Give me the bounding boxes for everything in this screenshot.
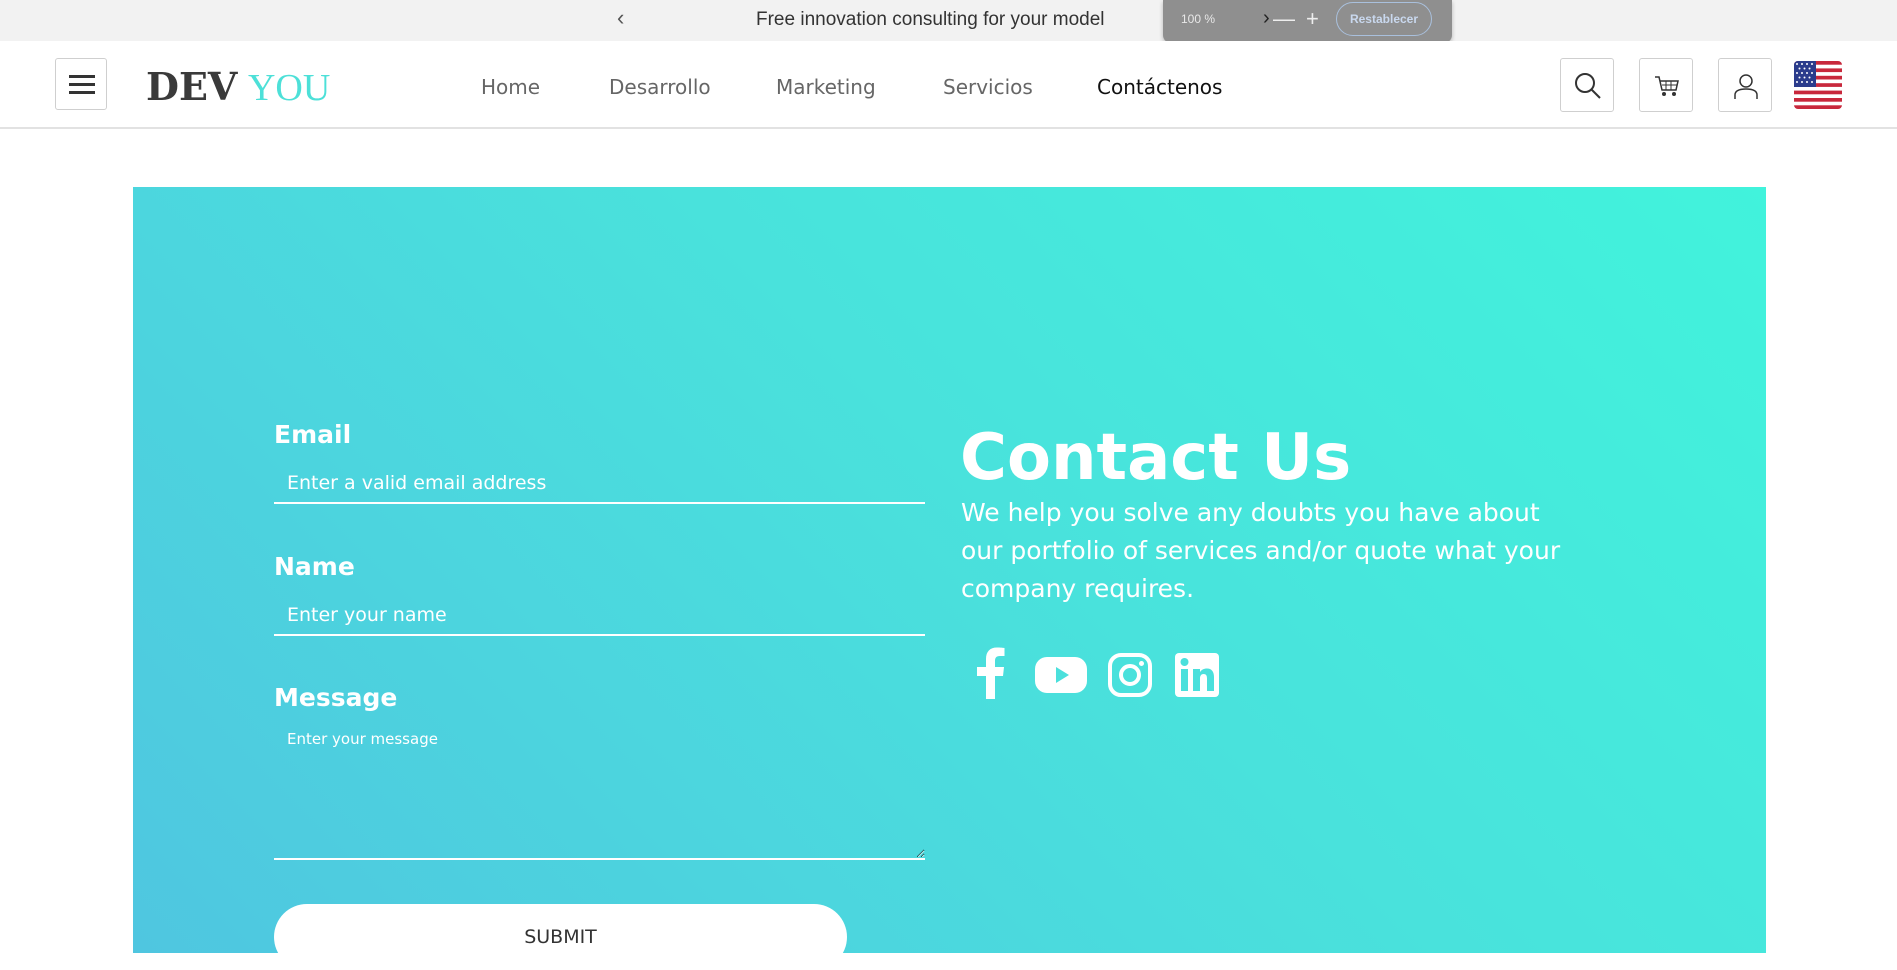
- user-icon: [1734, 74, 1758, 99]
- nav-marketing[interactable]: Marketing: [776, 75, 876, 99]
- nav-desarrollo[interactable]: Desarrollo: [609, 75, 711, 99]
- logo-dev: DEV: [146, 64, 238, 109]
- nav-home[interactable]: Home: [481, 75, 540, 99]
- nav-contactenos[interactable]: Contáctenos: [1097, 75, 1222, 99]
- contact-description: We help you solve any doubts you have ab…: [961, 498, 1561, 603]
- account-button[interactable]: [1718, 58, 1772, 112]
- site-header: DEV YOU Home Desarrollo Marketing Servic…: [0, 41, 1897, 129]
- zoom-popup: 100 % › — + Restablecer: [1163, 0, 1452, 43]
- contact-section: Email Name Message SUBMIT Contact Us We …: [133, 187, 1766, 970]
- search-icon: [1575, 73, 1601, 99]
- cart-button[interactable]: [1639, 58, 1693, 112]
- hamburger-icon: [69, 75, 95, 78]
- chevron-right-icon[interactable]: ›: [1263, 7, 1270, 30]
- zoom-out-button[interactable]: —: [1273, 6, 1295, 32]
- zoom-level: 100 %: [1181, 12, 1216, 26]
- logo-you: YOU: [247, 67, 331, 109]
- zoom-in-button[interactable]: +: [1306, 6, 1319, 32]
- chevron-left-icon[interactable]: ‹: [617, 6, 624, 30]
- menu-button[interactable]: [55, 58, 107, 110]
- announcement-text: Free innovation consulting for your mode…: [756, 9, 1105, 30]
- name-field[interactable]: [274, 596, 925, 636]
- contact-title: Contact Us: [960, 421, 1352, 495]
- instagram-icon[interactable]: [1108, 653, 1152, 702]
- youtube-icon[interactable]: [1035, 657, 1087, 698]
- facebook-icon[interactable]: [975, 647, 1005, 704]
- logo[interactable]: DEV YOU: [146, 64, 331, 109]
- announcement-bar: ‹ Free innovation consulting for your mo…: [0, 0, 1897, 41]
- hamburger-icon: [69, 91, 95, 94]
- search-button[interactable]: [1560, 58, 1614, 112]
- message-field[interactable]: [274, 720, 925, 860]
- submit-button[interactable]: SUBMIT: [274, 904, 847, 970]
- name-label: Name: [274, 552, 355, 581]
- hamburger-icon: [69, 83, 95, 86]
- message-label: Message: [274, 683, 398, 712]
- us-flag-icon[interactable]: [1794, 61, 1842, 109]
- linkedin-icon[interactable]: [1175, 653, 1219, 702]
- cart-icon: [1655, 76, 1679, 96]
- nav-servicios[interactable]: Servicios: [943, 75, 1033, 99]
- email-field[interactable]: [274, 464, 925, 504]
- zoom-reset-button[interactable]: Restablecer: [1336, 2, 1432, 36]
- email-label: Email: [274, 420, 352, 449]
